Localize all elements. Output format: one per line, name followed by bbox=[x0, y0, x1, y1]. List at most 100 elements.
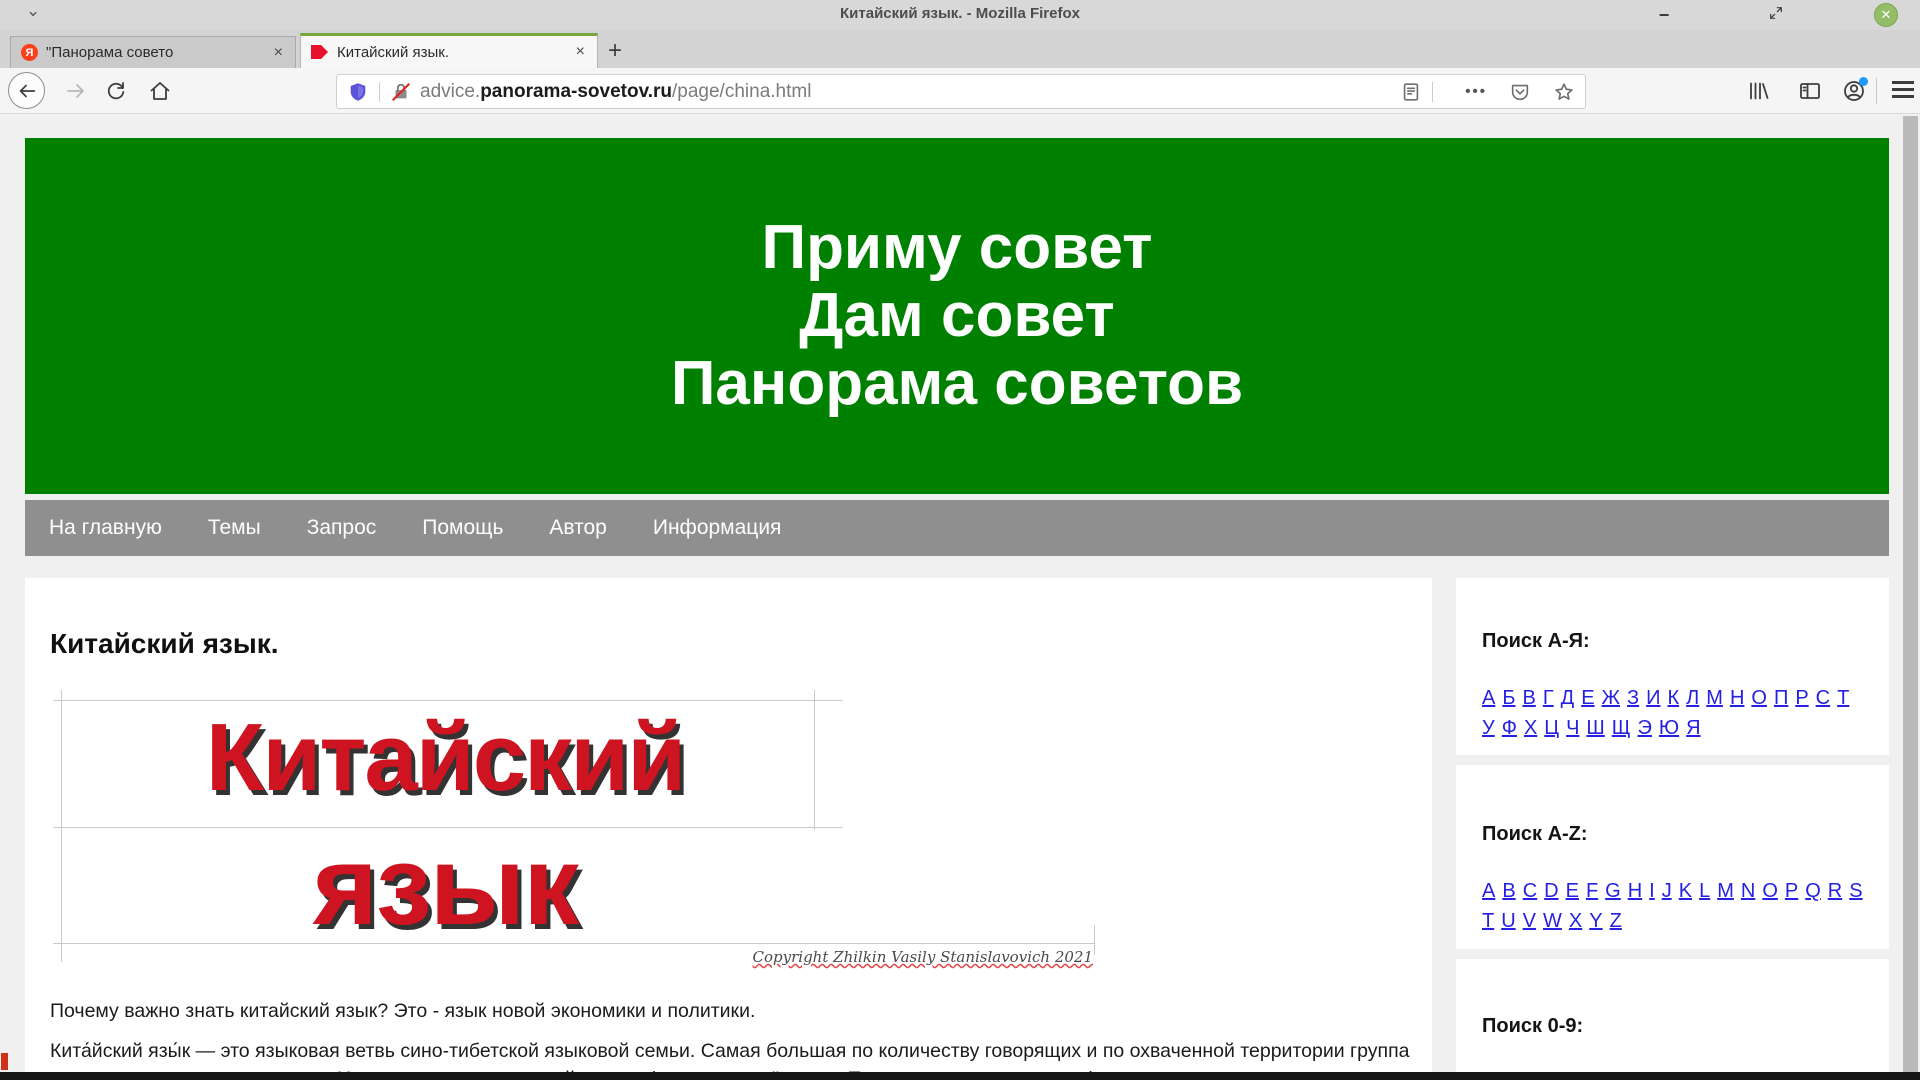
home-button[interactable] bbox=[148, 79, 172, 103]
search-letter-link[interactable]: R bbox=[1828, 880, 1842, 902]
forward-button[interactable] bbox=[64, 79, 88, 103]
bookmark-star-icon[interactable] bbox=[1553, 81, 1575, 103]
search-letter-link[interactable]: M bbox=[1717, 880, 1734, 902]
search-letter-link[interactable]: X bbox=[1569, 910, 1582, 932]
search-letter-link[interactable]: Ц bbox=[1544, 717, 1559, 739]
search-letter-link[interactable]: Ж bbox=[1602, 687, 1620, 709]
page-actions-icon[interactable]: ••• bbox=[1465, 83, 1487, 100]
new-tab-button[interactable]: + bbox=[608, 38, 622, 64]
search-letter-link[interactable]: С bbox=[1816, 687, 1830, 709]
search-letter-link[interactable]: D bbox=[1544, 880, 1558, 902]
search-letter-link[interactable]: К bbox=[1667, 687, 1679, 709]
search-letter-link[interactable]: F bbox=[1586, 880, 1598, 902]
pocket-icon[interactable] bbox=[1509, 81, 1531, 103]
url-bar[interactable]: advice.panorama-sovetov.ru/page/china.ht… bbox=[336, 74, 1586, 109]
nav-menu-item[interactable]: На главную bbox=[49, 516, 162, 540]
search-letter-link[interactable]: З bbox=[1627, 687, 1639, 709]
search-letter-link[interactable]: Е bbox=[1581, 687, 1594, 709]
search-letter-link[interactable]: Х bbox=[1524, 717, 1537, 739]
search-letter-link[interactable]: Ф bbox=[1502, 717, 1517, 739]
menu-hamburger-icon[interactable] bbox=[1892, 81, 1914, 102]
search-letter-link[interactable]: P bbox=[1785, 880, 1798, 902]
search-letter-link[interactable]: Z bbox=[1610, 910, 1622, 932]
sidebar-search-cyrillic: Поиск А-Я: АБВГДЕЖЗИКЛМНОПРСТУФХЦЧШЩЭЮЯ bbox=[1456, 578, 1889, 755]
nav-menu-item[interactable]: Информация bbox=[653, 516, 782, 540]
wordart-line-1: Китайский bbox=[50, 708, 840, 808]
search-letter-link[interactable]: B bbox=[1502, 880, 1515, 902]
search-letter-link[interactable]: Б bbox=[1502, 687, 1515, 709]
search-letter-link[interactable]: V bbox=[1523, 910, 1536, 932]
search-letter-link[interactable]: М bbox=[1706, 687, 1723, 709]
url-domain: panorama-sovetov.ru bbox=[480, 81, 672, 102]
search-letter-link[interactable]: U bbox=[1501, 910, 1515, 932]
nav-menu-item[interactable]: Темы bbox=[208, 516, 261, 540]
account-icon[interactable] bbox=[1842, 79, 1866, 103]
search-letter-link[interactable]: А bbox=[1482, 687, 1495, 709]
tab-title: Китайский язык. bbox=[337, 44, 566, 61]
search-letter-link[interactable]: Л bbox=[1686, 687, 1699, 709]
search-letter-link[interactable]: I bbox=[1649, 880, 1655, 902]
search-letter-link[interactable]: K bbox=[1679, 880, 1692, 902]
search-letter-link[interactable]: И bbox=[1646, 687, 1660, 709]
link-row: АБВГДЕЖЗИКЛМНОПРСТ bbox=[1482, 684, 1863, 714]
search-letter-link[interactable]: П bbox=[1774, 687, 1788, 709]
maximize-button[interactable] bbox=[1764, 3, 1788, 27]
article-title: Китайский язык. bbox=[50, 628, 279, 660]
close-window-button[interactable]: ✕ bbox=[1874, 3, 1898, 27]
nav-menu-item[interactable]: Запрос bbox=[307, 516, 377, 540]
article-card: Китайский язык. Китайский язык Copyright… bbox=[25, 578, 1432, 1080]
search-letter-link[interactable]: Э bbox=[1638, 717, 1652, 739]
url-text[interactable]: advice.panorama-sovetov.ru/page/china.ht… bbox=[420, 81, 811, 103]
insecure-lock-icon[interactable] bbox=[390, 81, 412, 103]
tab-china-active[interactable]: Китайский язык. × bbox=[300, 33, 598, 68]
window-title: Китайский язык. - Mozilla Firefox bbox=[0, 5, 1920, 22]
search-letter-link[interactable]: В bbox=[1522, 687, 1535, 709]
search-letter-link[interactable]: Г bbox=[1543, 687, 1554, 709]
search-letter-link[interactable]: C bbox=[1523, 880, 1537, 902]
search-letter-link[interactable]: Н bbox=[1730, 687, 1744, 709]
scrollbar[interactable] bbox=[1903, 116, 1918, 1080]
flag-favicon-icon bbox=[311, 44, 329, 60]
search-letter-link[interactable]: Д bbox=[1561, 687, 1575, 709]
search-letter-link[interactable]: A bbox=[1482, 880, 1495, 902]
search-letter-link[interactable]: E bbox=[1566, 880, 1579, 902]
minimize-button[interactable]: − bbox=[1652, 3, 1676, 27]
search-letter-link[interactable]: L bbox=[1699, 880, 1710, 902]
sidebar-section-title: Поиск А-Я: bbox=[1482, 630, 1863, 653]
close-tab-icon[interactable]: × bbox=[574, 43, 587, 61]
search-letter-link[interactable]: О bbox=[1751, 687, 1767, 709]
search-letter-link[interactable]: Y bbox=[1589, 910, 1602, 932]
search-letter-link[interactable]: J bbox=[1662, 880, 1672, 902]
search-letter-link[interactable]: G bbox=[1605, 880, 1621, 902]
search-letter-link[interactable]: Я bbox=[1686, 717, 1700, 739]
search-letter-link[interactable]: Т bbox=[1837, 687, 1849, 709]
url-prefix: advice. bbox=[420, 81, 480, 102]
tab-panorama-sovetov[interactable]: Я "Панорама совето × bbox=[10, 36, 296, 68]
search-letter-link[interactable]: Ш bbox=[1586, 717, 1604, 739]
reader-view-icon[interactable] bbox=[1400, 81, 1422, 103]
search-letter-link[interactable]: O bbox=[1762, 880, 1778, 902]
search-letter-link[interactable]: T bbox=[1482, 910, 1494, 932]
search-letter-link[interactable]: Ч bbox=[1566, 717, 1579, 739]
search-letter-link[interactable]: Р bbox=[1795, 687, 1808, 709]
tracking-protection-shield-icon[interactable] bbox=[347, 81, 369, 103]
search-letter-link[interactable]: Щ bbox=[1612, 717, 1631, 739]
close-tab-icon[interactable]: × bbox=[272, 44, 285, 62]
article-paragraph: Почему важно знать китайский язык? Это -… bbox=[50, 998, 1412, 1026]
wordart-line-2: язык bbox=[50, 830, 840, 942]
nav-menu-item[interactable]: Автор bbox=[549, 516, 606, 540]
search-letter-link[interactable]: У bbox=[1482, 717, 1495, 739]
search-letter-link[interactable]: Ю bbox=[1659, 717, 1679, 739]
back-button[interactable] bbox=[8, 72, 45, 109]
sidebar-toggle-icon[interactable] bbox=[1798, 79, 1822, 103]
search-letter-link[interactable]: Q bbox=[1805, 880, 1821, 902]
reload-button[interactable] bbox=[104, 79, 128, 103]
search-letter-link[interactable]: S bbox=[1849, 880, 1862, 902]
library-icon[interactable] bbox=[1746, 79, 1770, 103]
search-letter-link[interactable]: N bbox=[1741, 880, 1755, 902]
yandex-favicon-icon: Я bbox=[21, 44, 38, 61]
nav-menu-item[interactable]: Помощь bbox=[422, 516, 503, 540]
search-letter-link[interactable]: W bbox=[1543, 910, 1562, 932]
search-letter-link[interactable]: H bbox=[1628, 880, 1642, 902]
link-row: УФХЦЧШЩЭЮЯ bbox=[1482, 714, 1863, 744]
